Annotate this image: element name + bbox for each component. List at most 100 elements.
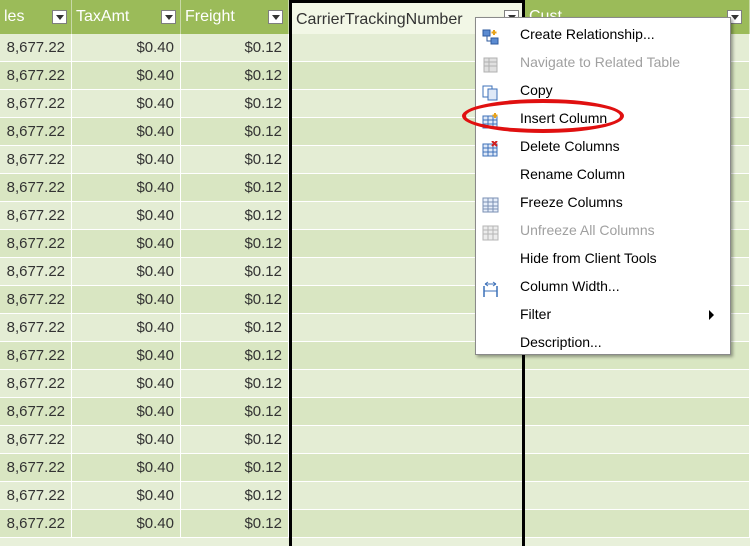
table-cell[interactable]: 8,677.22 bbox=[0, 118, 72, 146]
table-cell[interactable]: $0.40 bbox=[72, 482, 181, 510]
table-cell[interactable]: 8,677.22 bbox=[0, 174, 72, 202]
table-cell[interactable]: $0.40 bbox=[72, 230, 181, 258]
menu-item-create-relationship[interactable]: Create Relationship... bbox=[476, 20, 730, 48]
menu-item-label: Copy bbox=[520, 82, 553, 98]
delete-columns-icon bbox=[482, 138, 499, 157]
table-cell[interactable]: $0.40 bbox=[72, 314, 181, 342]
table-cell[interactable]: $0.12 bbox=[181, 398, 289, 426]
table-cell[interactable]: 8,677.22 bbox=[0, 146, 72, 174]
menu-item-rename-column[interactable]: Rename Column bbox=[476, 160, 730, 188]
table-cell[interactable]: $0.40 bbox=[72, 62, 181, 90]
header-label: les bbox=[4, 8, 25, 25]
table-cell[interactable]: 8,677.22 bbox=[0, 482, 72, 510]
menu-item-navigate-related-table[interactable]: Navigate to Related Table bbox=[476, 48, 730, 76]
table-cell[interactable]: 8,677.22 bbox=[0, 202, 72, 230]
table-cell[interactable]: $0.12 bbox=[181, 174, 289, 202]
menu-item-copy[interactable]: Copy bbox=[476, 76, 730, 104]
table-cell[interactable]: 8,677.22 bbox=[0, 510, 72, 538]
table-cell[interactable]: $0.40 bbox=[72, 90, 181, 118]
table-cell[interactable] bbox=[525, 482, 750, 510]
table-cell[interactable]: 8,677.22 bbox=[0, 258, 72, 286]
table-cell[interactable] bbox=[525, 426, 750, 454]
table-cell[interactable]: 8,677.22 bbox=[0, 426, 72, 454]
menu-item-freeze-columns[interactable]: Freeze Columns bbox=[476, 188, 730, 216]
table-cell[interactable]: 8,677.22 bbox=[0, 342, 72, 370]
table-cell[interactable]: $0.12 bbox=[181, 258, 289, 286]
menu-item-label: Create Relationship... bbox=[520, 26, 655, 42]
table-cell[interactable]: $0.40 bbox=[72, 510, 181, 538]
header-taxamt[interactable]: TaxAmt bbox=[72, 0, 181, 34]
menu-item-column-width[interactable]: Column Width... bbox=[476, 272, 730, 300]
create-relationship-icon bbox=[482, 26, 499, 45]
menu-item-hide-from-client-tools[interactable]: Hide from Client Tools bbox=[476, 244, 730, 272]
menu-item-label: Description... bbox=[520, 334, 602, 350]
table-cell[interactable]: $0.40 bbox=[72, 258, 181, 286]
table-cell[interactable] bbox=[289, 370, 525, 398]
table-cell[interactable]: 8,677.22 bbox=[0, 286, 72, 314]
table-cell[interactable]: $0.40 bbox=[72, 174, 181, 202]
table-cell[interactable]: $0.40 bbox=[72, 454, 181, 482]
table-cell[interactable]: $0.12 bbox=[181, 482, 289, 510]
table-cell[interactable] bbox=[525, 454, 750, 482]
table-cell[interactable]: $0.12 bbox=[181, 426, 289, 454]
header-freight[interactable]: Freight bbox=[181, 0, 289, 34]
header-sales[interactable]: les bbox=[0, 0, 72, 34]
copy-icon bbox=[482, 82, 499, 101]
table-cell[interactable]: $0.12 bbox=[181, 314, 289, 342]
table-cell[interactable] bbox=[289, 398, 525, 426]
menu-item-label: Insert Column bbox=[520, 110, 608, 126]
table-cell[interactable]: $0.40 bbox=[72, 118, 181, 146]
table-cell[interactable] bbox=[289, 426, 525, 454]
table-cell[interactable]: $0.40 bbox=[72, 342, 181, 370]
table-cell[interactable]: $0.12 bbox=[181, 454, 289, 482]
table-cell[interactable]: 8,677.22 bbox=[0, 34, 72, 62]
table-cell[interactable] bbox=[289, 454, 525, 482]
table-cell[interactable]: $0.12 bbox=[181, 202, 289, 230]
menu-item-description[interactable]: Description... bbox=[476, 328, 730, 356]
table-cell[interactable]: $0.12 bbox=[181, 230, 289, 258]
table-cell[interactable]: $0.12 bbox=[181, 286, 289, 314]
table-cell[interactable]: $0.12 bbox=[181, 34, 289, 62]
freeze-columns-icon bbox=[482, 194, 499, 213]
table-cell[interactable]: $0.40 bbox=[72, 286, 181, 314]
menu-item-label: Unfreeze All Columns bbox=[520, 222, 655, 238]
table-cell[interactable]: 8,677.22 bbox=[0, 314, 72, 342]
table-cell[interactable]: $0.40 bbox=[72, 426, 181, 454]
table-cell[interactable]: $0.12 bbox=[181, 510, 289, 538]
table-cell[interactable]: 8,677.22 bbox=[0, 454, 72, 482]
table-cell[interactable]: $0.12 bbox=[181, 370, 289, 398]
table-cell[interactable] bbox=[289, 482, 525, 510]
table-cell[interactable]: 8,677.22 bbox=[0, 62, 72, 90]
column-width-icon bbox=[482, 278, 499, 297]
navigate-related-table-icon bbox=[482, 54, 499, 73]
table-cell[interactable] bbox=[525, 370, 750, 398]
table-cell[interactable]: $0.12 bbox=[181, 118, 289, 146]
table-cell[interactable]: 8,677.22 bbox=[0, 230, 72, 258]
table-cell[interactable]: $0.12 bbox=[181, 62, 289, 90]
table-cell[interactable]: $0.40 bbox=[72, 370, 181, 398]
table-cell[interactable] bbox=[525, 398, 750, 426]
menu-item-insert-column[interactable]: Insert Column bbox=[476, 104, 730, 132]
table-cell[interactable]: $0.12 bbox=[181, 146, 289, 174]
table-cell[interactable]: 8,677.22 bbox=[0, 90, 72, 118]
menu-item-filter[interactable]: Filter bbox=[476, 300, 730, 328]
menu-item-label: Delete Columns bbox=[520, 138, 620, 154]
chevron-down-icon[interactable] bbox=[268, 10, 283, 24]
table-cell[interactable] bbox=[525, 510, 750, 538]
table-cell[interactable] bbox=[289, 510, 525, 538]
table-cell[interactable]: $0.40 bbox=[72, 146, 181, 174]
table-cell[interactable]: $0.40 bbox=[72, 202, 181, 230]
table-cell[interactable]: $0.40 bbox=[72, 34, 181, 62]
table-cell[interactable]: 8,677.22 bbox=[0, 398, 72, 426]
table-cell[interactable]: $0.40 bbox=[72, 398, 181, 426]
menu-item-delete-columns[interactable]: Delete Columns bbox=[476, 132, 730, 160]
menu-item-label: Rename Column bbox=[520, 166, 626, 182]
table-cell[interactable]: $0.12 bbox=[181, 90, 289, 118]
menu-item-label: Navigate to Related Table bbox=[520, 54, 681, 70]
table-cell[interactable]: 8,677.22 bbox=[0, 370, 72, 398]
menu-item-unfreeze-all-columns[interactable]: Unfreeze All Columns bbox=[476, 216, 730, 244]
chevron-down-icon[interactable] bbox=[161, 10, 176, 24]
chevron-down-icon[interactable] bbox=[52, 10, 67, 24]
menu-item-label: Hide from Client Tools bbox=[520, 250, 657, 266]
table-cell[interactable]: $0.12 bbox=[181, 342, 289, 370]
